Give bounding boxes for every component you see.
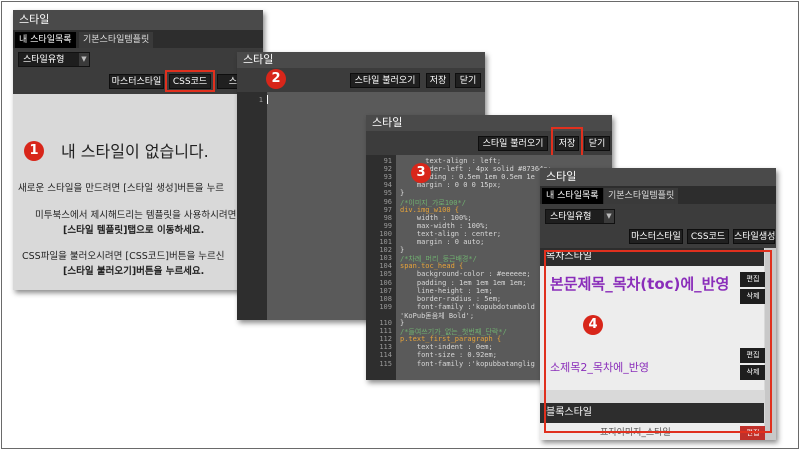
code-line: font-family :'kopubbatanglig <box>400 359 535 368</box>
code-line: line-height : 1em; <box>400 286 493 295</box>
line-number: 104 <box>379 262 392 271</box>
code-line: } <box>400 246 405 255</box>
load-style-button[interactable]: 스타일 불러오기 <box>350 73 420 88</box>
highlight-css-code <box>165 70 215 92</box>
line-number: 111 <box>379 327 392 336</box>
line-number: 110 <box>379 319 392 327</box>
line-number: 113 <box>379 343 392 352</box>
code-line: background-color : #eeeeee; <box>400 270 531 279</box>
css-code-button[interactable]: CSS코드 <box>687 229 729 244</box>
tab-my-styles[interactable]: 내 스타일목록 <box>15 32 76 48</box>
help-line-2: 미투북스에서 제시해드리는 템플릿을 사용하시려면 <box>35 210 237 221</box>
close-button[interactable]: 닫기 <box>455 73 481 88</box>
line-number: 115 <box>379 359 392 368</box>
step-badge-2: 2 <box>266 69 286 89</box>
style-type-dropdown-label: 스타일유형 <box>550 212 592 222</box>
code-line: text-align : center; <box>400 229 502 238</box>
style-create-button[interactable]: 스타일생성 <box>733 229 775 244</box>
tab-my-styles[interactable]: 내 스타일목록 <box>542 188 603 204</box>
chevron-down-icon: ▼ <box>604 210 614 223</box>
line-number: 107 <box>379 286 392 295</box>
style-panel-list: 스타일 내 스타일목록 기본스타일템플릿 스타일유형 ▼ 마스터스타일 CSS코… <box>540 168 776 440</box>
highlight-save <box>551 127 583 157</box>
line-number: 112 <box>379 335 392 344</box>
code-line: margin : 0 0 0 15px; <box>400 181 502 190</box>
line-number: 96 <box>383 197 392 206</box>
style-type-dropdown[interactable]: 스타일유형 ▼ <box>18 52 90 67</box>
style-type-dropdown[interactable]: 스타일유형 ▼ <box>545 209 615 224</box>
code-line: text-indent : 0em; <box>400 343 493 352</box>
code-line: span.toc_head { <box>400 262 464 271</box>
code-line: div.img_w100 { <box>400 205 460 214</box>
chevron-down-icon: ▼ <box>79 53 89 66</box>
line-number: 103 <box>379 254 392 263</box>
line-number: 102 <box>379 246 392 255</box>
code-line: font-family :'kopubdotumbold <box>400 302 535 311</box>
line-number: 93 <box>383 173 392 182</box>
line-number: 91 <box>383 157 392 165</box>
help-line-5: [스타일 불러오기]버튼을 누르세요. <box>63 266 205 277</box>
toolbar: 스타일유형 ▼ 마스터스타일 CSS코드 스타 <box>13 48 263 94</box>
line-number: 98 <box>383 213 392 222</box>
line-number: 109 <box>379 302 392 311</box>
line-number: 100 <box>379 229 392 238</box>
panel-title: 스타일 <box>237 52 485 68</box>
code-line: border-radius : 5em; <box>400 294 502 303</box>
help-line-1: 새로운 스타일을 만드려면 [스타일 생성]버튼을 누르 <box>18 183 225 194</box>
code-line: width : 100%; <box>400 213 472 222</box>
line-number: 97 <box>383 205 392 214</box>
master-style-button[interactable]: 마스터스타일 <box>629 229 683 244</box>
code-line: } <box>400 319 405 327</box>
code-line: 'KoPub돋움체 Bold'; <box>400 311 475 320</box>
panel-title: 스타일 <box>540 168 776 186</box>
help-line-4: CSS파일을 불러오시려면 [CSS코드]버튼을 누르신 <box>22 251 225 262</box>
line-number: 114 <box>379 351 392 360</box>
line-number: 108 <box>379 294 392 303</box>
text-cursor <box>267 95 268 104</box>
line-number: 95 <box>383 189 392 198</box>
tab-basic-templates[interactable]: 기본스타일템플릿 <box>79 32 154 48</box>
step-badge-3: 3 <box>411 163 431 183</box>
line-number-gutter: 1 <box>237 92 267 320</box>
line-number: 106 <box>379 278 392 287</box>
line-number: 1 <box>258 96 263 104</box>
load-style-button[interactable]: 스타일 불러오기 <box>478 136 548 151</box>
line-number: 92 <box>383 165 392 174</box>
tab-bar: 내 스타일목록 기본스타일템플릿 <box>13 30 263 48</box>
code-line: font-size : 0.92em; <box>400 351 497 360</box>
style-type-dropdown-label: 스타일유형 <box>23 55 65 65</box>
code-line: } <box>400 189 405 198</box>
line-number: 105 <box>379 270 392 279</box>
tab-basic-templates[interactable]: 기본스타일템플릿 <box>604 188 679 204</box>
save-button[interactable]: 저장 <box>426 73 450 88</box>
code-line: max-width : 100%; <box>400 221 489 230</box>
close-button[interactable]: 닫기 <box>584 136 610 151</box>
toolbar: 스타일유형 ▼ 마스터스타일 CSS코드 스타일생성 <box>540 204 776 248</box>
master-style-button[interactable]: 마스터스타일 <box>109 74 164 89</box>
code-line: margin : 0 auto; <box>400 238 485 246</box>
tab-bar: 내 스타일목록 기본스타일템플릿 <box>540 186 776 204</box>
code-line: p.text_first_paragraph { <box>400 335 502 344</box>
panel-title: 스타일 <box>13 10 263 30</box>
highlight-toc-styles <box>544 250 772 433</box>
empty-message: 내 스타일이 없습니다. <box>61 142 209 161</box>
line-number: 94 <box>383 181 392 190</box>
line-number: 101 <box>379 238 392 246</box>
code-line: padding : 1em 1em 1em 1em; <box>400 278 527 287</box>
help-line-3: [스타일 템플릿]탭으로 이동하세요. <box>63 225 205 236</box>
line-number: 99 <box>383 221 392 230</box>
style-panel-empty: 스타일 내 스타일목록 기본스타일템플릿 스타일유형 ▼ 마스터스타일 CSS코… <box>13 10 263 290</box>
